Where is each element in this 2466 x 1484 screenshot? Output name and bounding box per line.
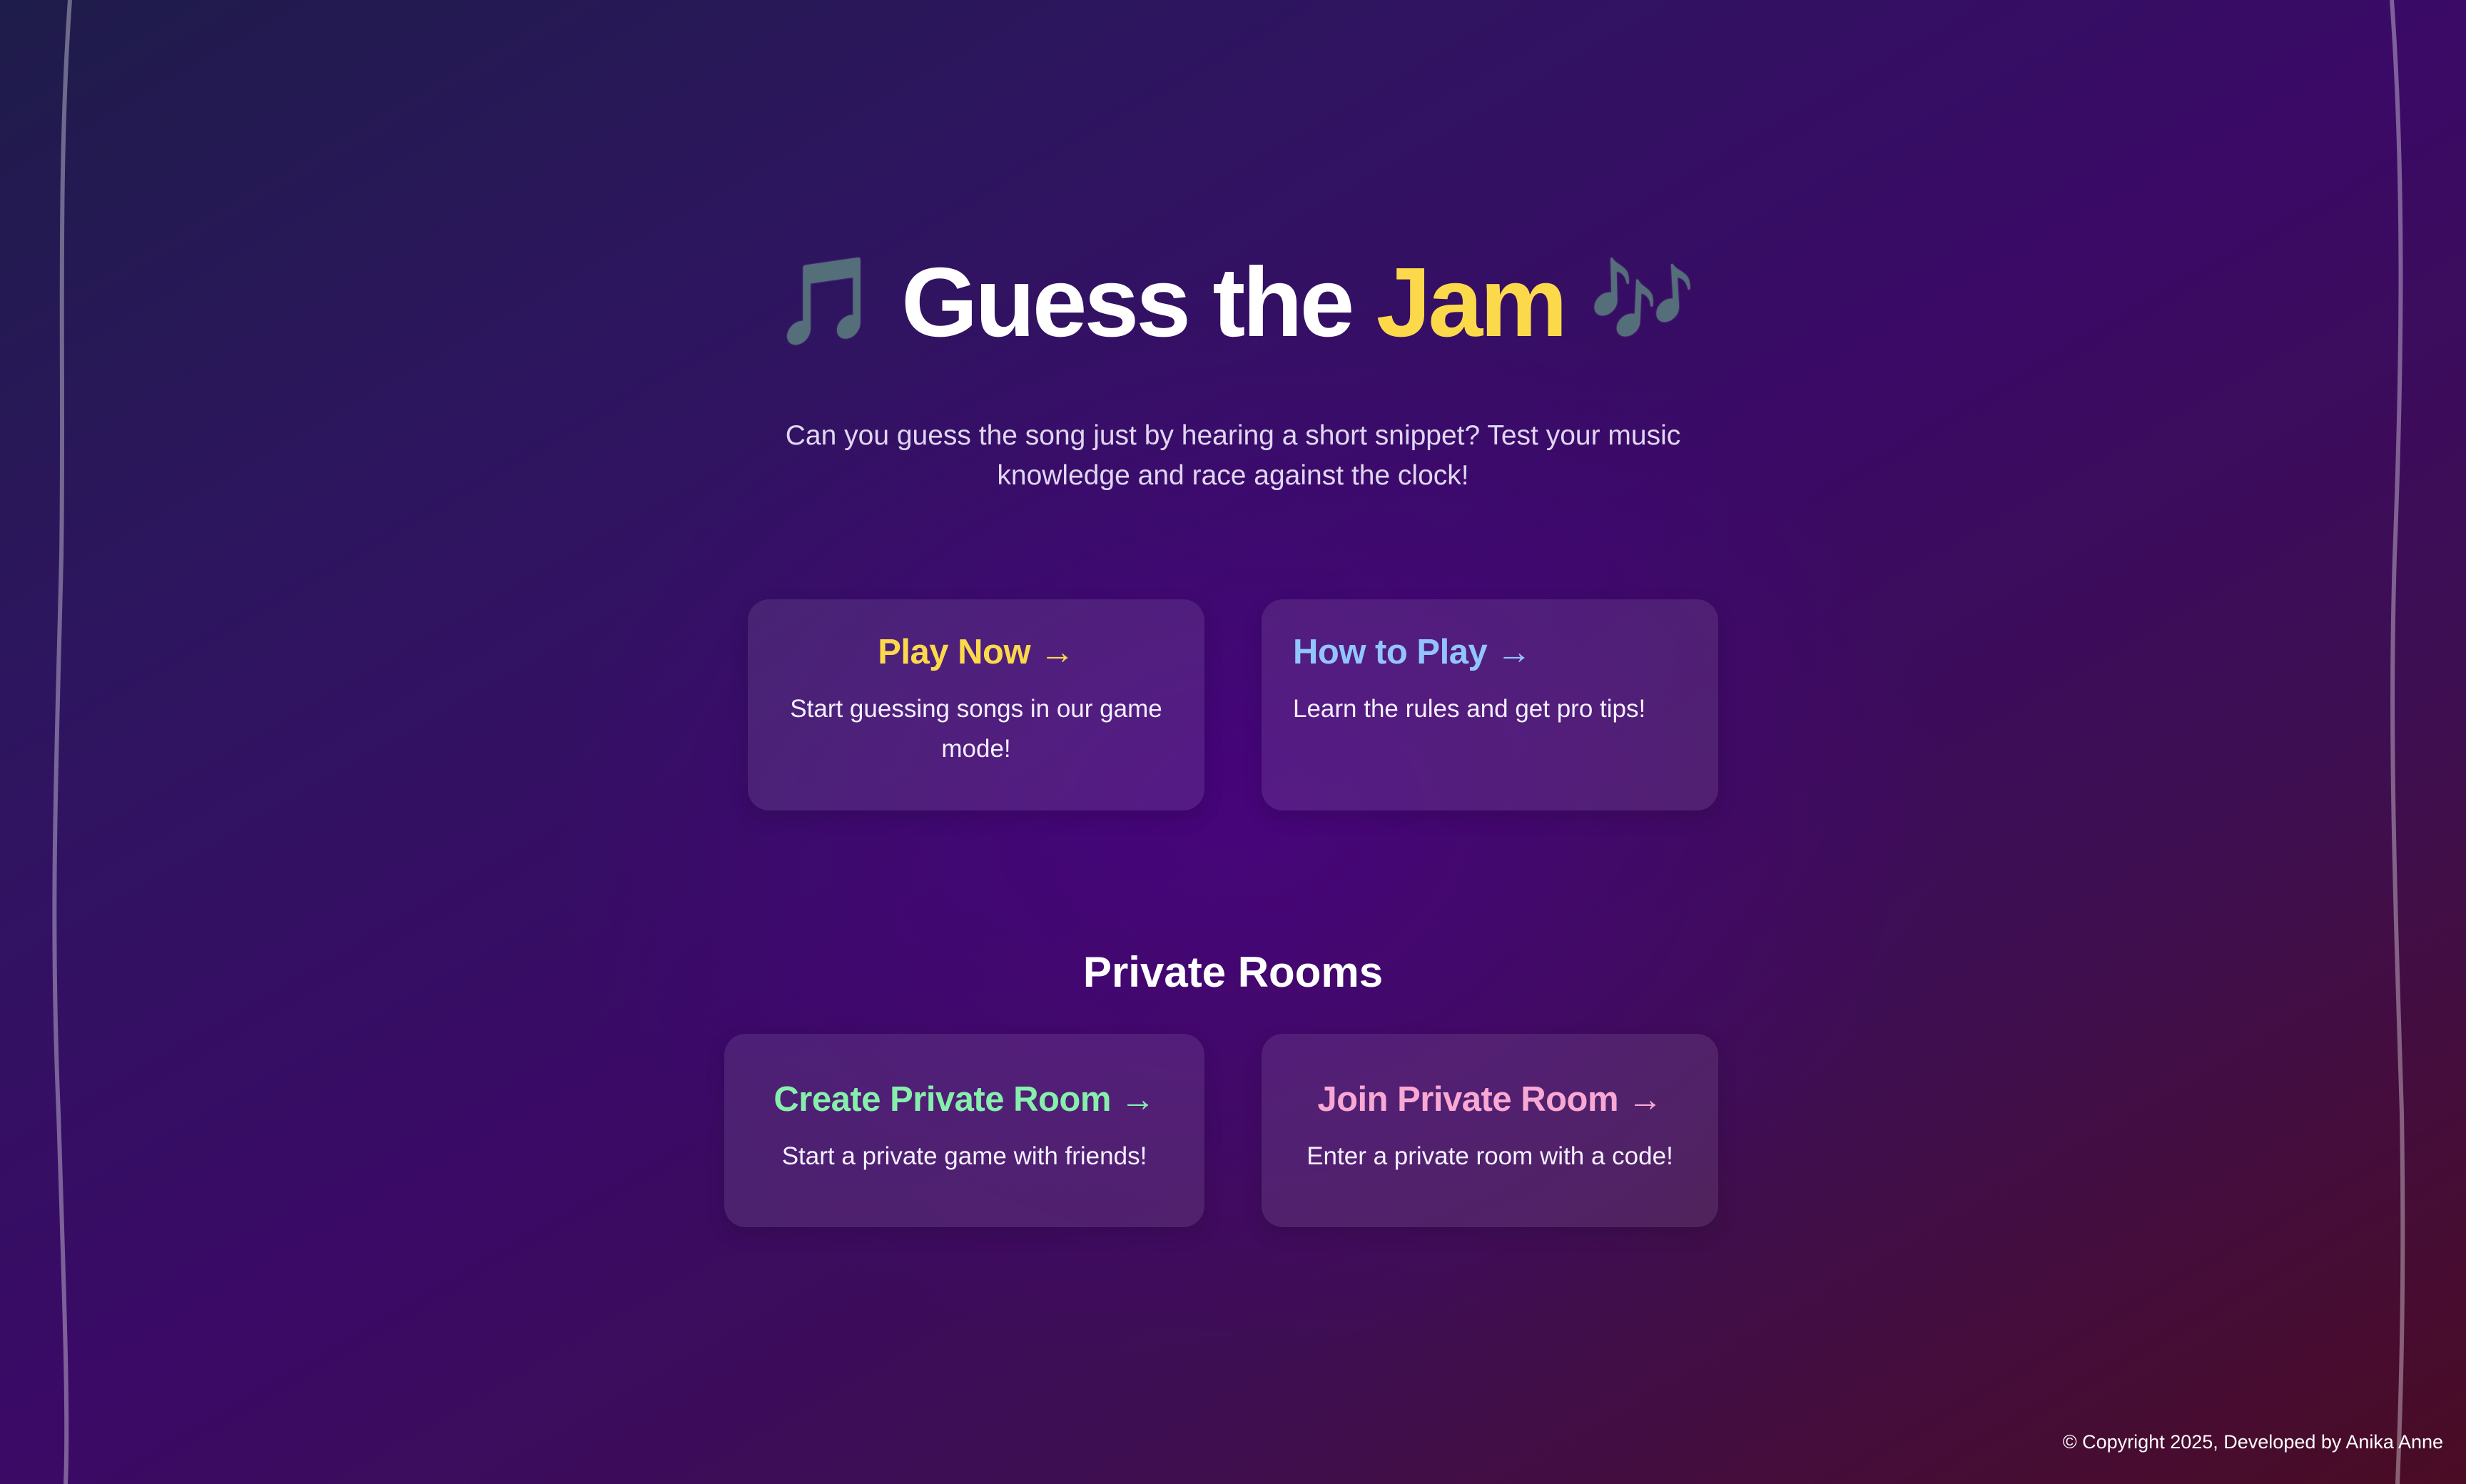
create-private-room-label: Create Private Room <box>773 1080 1111 1119</box>
right-arrow-icon: → <box>1120 1080 1155 1119</box>
create-private-room-card[interactable]: Create Private Room → Start a private ga… <box>724 1034 1204 1227</box>
create-private-room-title: Create Private Room → <box>756 1078 1173 1121</box>
hero-section: 🎵 Guess the Jam 🎶 <box>0 239 2466 365</box>
create-private-room-description: Start a private game with friends! <box>781 1142 1147 1170</box>
play-now-title: Play Now → <box>779 631 1173 674</box>
join-private-room-card[interactable]: Join Private Room → Enter a private room… <box>1262 1034 1718 1227</box>
title-main-text: Guess the <box>901 248 1376 357</box>
musical-note-icon: 🎵 <box>773 253 879 349</box>
how-to-play-label: How to Play <box>1293 633 1488 671</box>
play-now-label: Play Now <box>878 633 1031 671</box>
join-private-room-title: Join Private Room → <box>1293 1078 1687 1121</box>
how-to-play-title: How to Play → <box>1293 631 1687 674</box>
right-decorative-wave <box>2390 0 2405 1484</box>
how-to-play-card[interactable]: How to Play → Learn the rules and get pr… <box>1262 599 1718 810</box>
right-arrow-icon: → <box>1496 633 1531 671</box>
join-private-room-label: Join Private Room <box>1317 1080 1619 1119</box>
musical-notes-icon: 🎶 <box>1589 253 1695 349</box>
right-arrow-icon: → <box>1040 633 1075 671</box>
page-subtitle: Can you guess the song just by hearing a… <box>785 420 1681 491</box>
left-decorative-wave <box>52 0 72 1484</box>
page-title: 🎵 Guess the Jam 🎶 <box>0 239 2466 365</box>
title-accent-text: Jam <box>1376 248 1568 357</box>
play-now-description: Start guessing songs in our game mode! <box>790 695 1162 763</box>
how-to-play-description: Learn the rules and get pro tips! <box>1293 695 1646 723</box>
join-private-room-description: Enter a private room with a code! <box>1306 1142 1673 1170</box>
private-rooms-heading: Private Rooms <box>1082 948 1384 996</box>
right-arrow-icon: → <box>1628 1080 1663 1119</box>
footer-copyright: © Copyright 2025, Developed by Anika Ann… <box>2062 1431 2443 1453</box>
play-now-card[interactable]: Play Now → Start guessing songs in our g… <box>748 599 1204 810</box>
